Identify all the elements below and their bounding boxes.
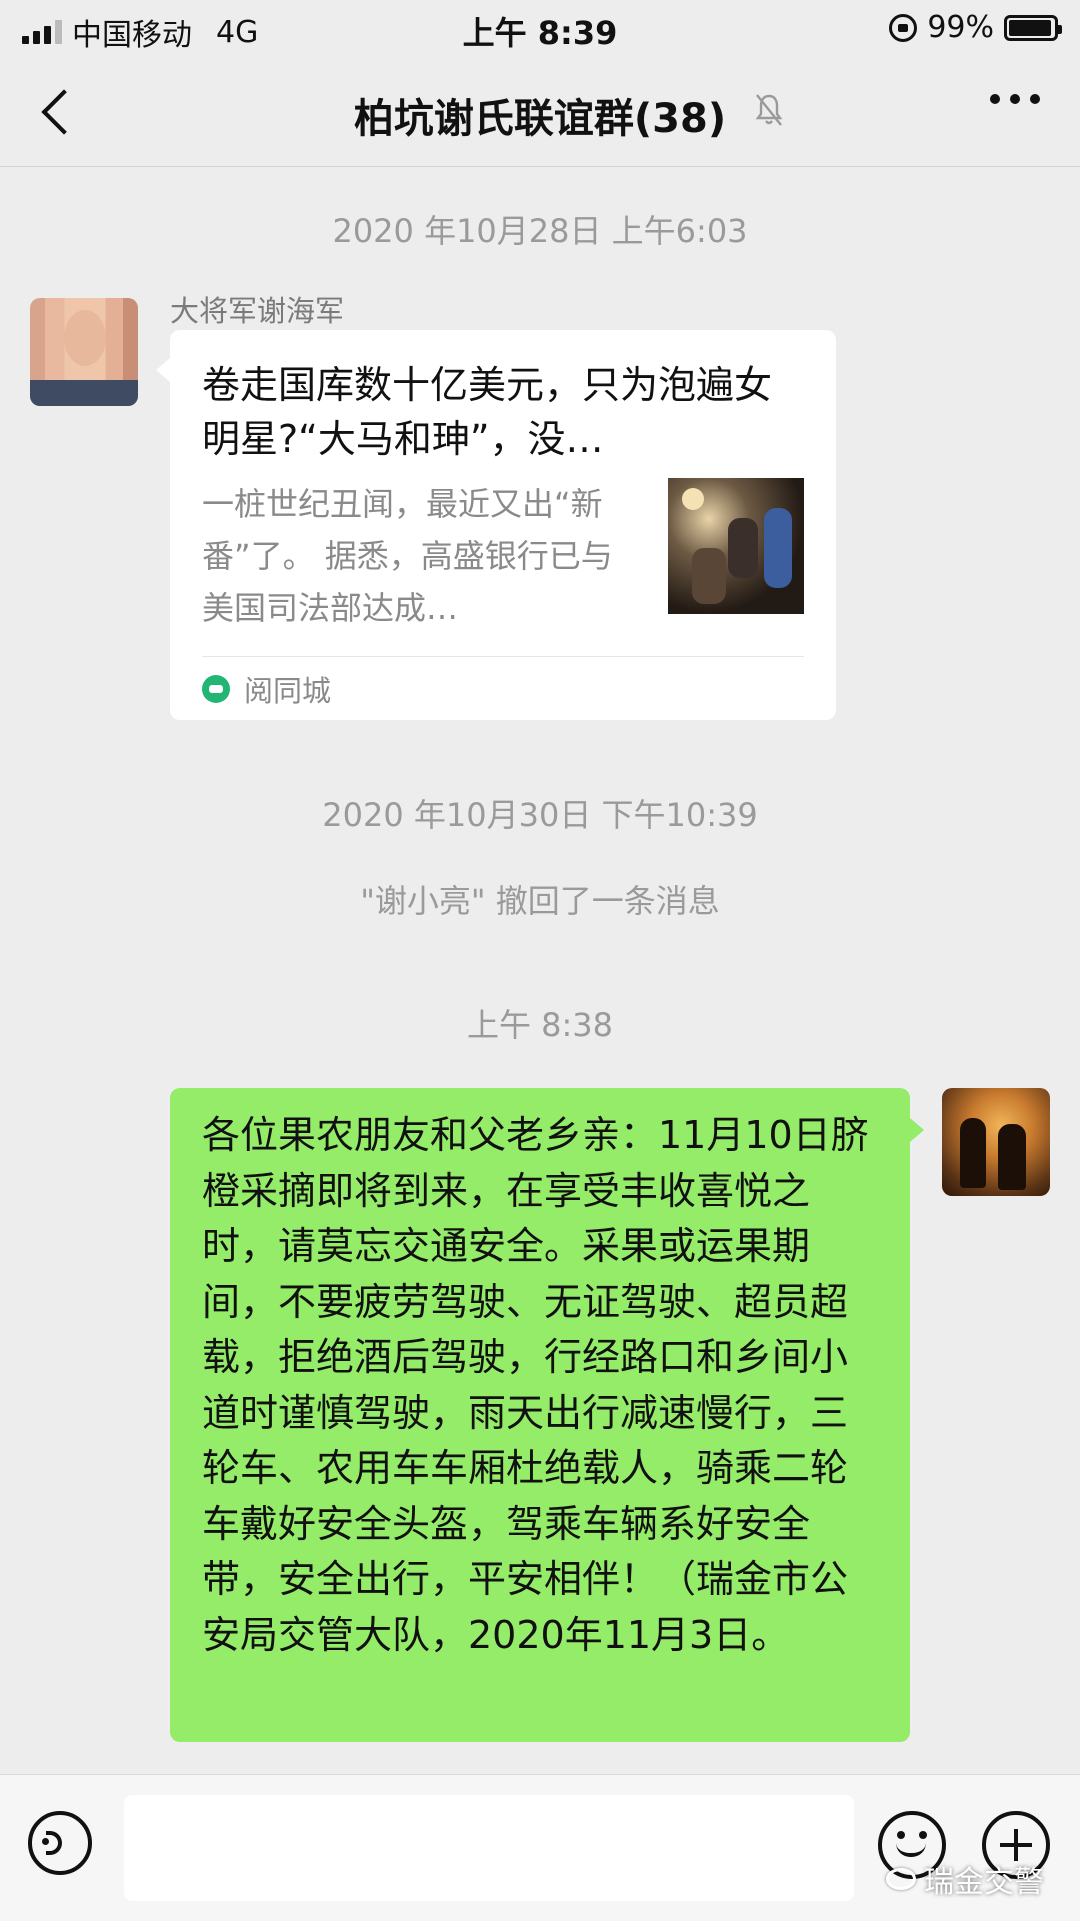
battery-percent: 99% [927, 10, 994, 45]
mute-bell-icon [755, 94, 783, 126]
watermark-text: 瑞金交警 [924, 1865, 1044, 1900]
status-bar: 中国移动 4G 上午 8:39 99% [0, 0, 1080, 56]
timestamp: 2020 年10月28日 上午6:03 [332, 212, 748, 250]
article-description: 一桩世纪丑闻，最近又出“新番”了。 据悉，高盛银行已与美国司法部达成… [202, 485, 613, 627]
timestamp: 上午 8:38 [466, 1006, 614, 1044]
input-bar: 瑞金交警 [0, 1774, 1080, 1921]
message-input[interactable] [124, 1795, 854, 1901]
source-label: 阅同城 [244, 674, 332, 708]
card-divider [202, 656, 804, 657]
lock-rotation-icon [889, 13, 918, 42]
article-source: 阅同城 [202, 668, 331, 710]
recall-notice: "谢小亮" 撤回了一条消息 [360, 882, 720, 920]
more-icon[interactable] [990, 94, 1040, 104]
source-app-icon [202, 675, 230, 703]
chat-header: 柏坑谢氏联谊群(38) [0, 56, 1080, 167]
self-message-text: 各位果农朋友和父老乡亲：11月10日脐橙采摘即将到来，在享受丰收喜悦之时，请莫忘… [202, 1113, 869, 1657]
sender-name: 大将军谢海军 [170, 294, 345, 328]
article-thumbnail [668, 478, 804, 614]
self-avatar[interactable] [942, 1088, 1050, 1196]
watermark-icon [886, 1868, 916, 1890]
article-title: 卷走国库数十亿美元，只为泡遍女明星?“大马和珅”，没… [202, 363, 773, 461]
self-message-bubble[interactable]: 各位果农朋友和父老乡亲：11月10日脐橙采摘即将到来，在享受丰收喜悦之时，请莫忘… [170, 1088, 924, 1742]
sender-avatar[interactable] [30, 298, 138, 406]
chat-title: 柏坑谢氏联谊群(38) [353, 96, 727, 142]
voice-icon[interactable] [28, 1811, 92, 1875]
shared-article-card[interactable]: 卷走国库数十亿美元，只为泡遍女明星?“大马和珅”，没… 一桩世纪丑闻，最近又出“… [156, 330, 836, 720]
watermark: 瑞金交警 [886, 1857, 1044, 1901]
timestamp: 2020 年10月30日 下午10:39 [322, 796, 758, 834]
status-right: 99% [889, 10, 1062, 45]
battery-icon [1004, 14, 1062, 41]
